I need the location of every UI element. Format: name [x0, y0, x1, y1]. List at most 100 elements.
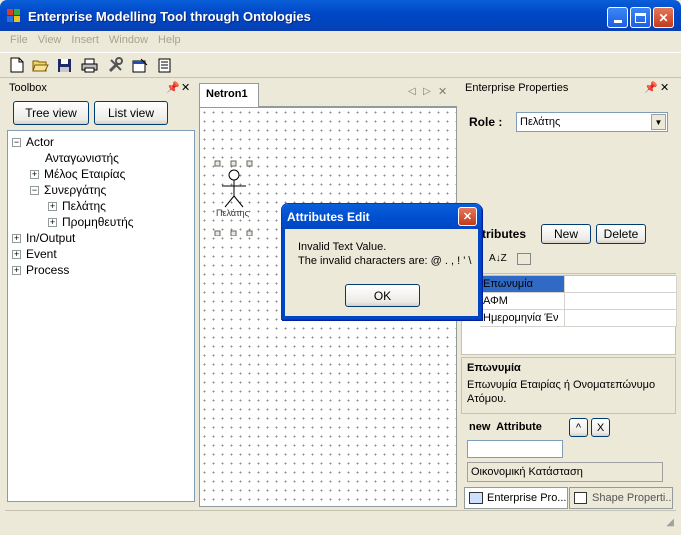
tree-item-label: Process [26, 263, 70, 277]
collapse-icon[interactable]: − [30, 185, 39, 195]
save-icon [57, 58, 71, 72]
new-file-icon [10, 57, 24, 73]
tree-item-label: Μέλος Εταιρίας [44, 167, 126, 181]
pin-icon[interactable]: 📌 [644, 81, 658, 94]
tree-item[interactable]: + Event [12, 246, 57, 262]
tree-item-label: Πελάτης [62, 199, 106, 213]
menu-help[interactable]: Help [153, 31, 186, 46]
role-select[interactable]: Πελάτης ▼ [516, 112, 668, 132]
document-button[interactable] [155, 56, 173, 74]
grid-value[interactable] [565, 310, 677, 327]
tree-item[interactable]: + Πελάτης [48, 198, 106, 214]
property-grid[interactable]: Επωνυμία ΑΦΜ Ημερομηνία Έν [461, 275, 677, 355]
tree-item-label: Ανταγωνιστής [45, 151, 119, 165]
financial-status-field[interactable]: Οικονομική Κατάσταση [467, 462, 663, 482]
tree-item-label: In/Output [26, 231, 76, 245]
tools-icon [108, 57, 123, 73]
actor-label: Πελάτης [216, 208, 249, 218]
toolbox-tree[interactable]: − Actor Ανταγωνιστής + Μέλος Εταιρίας − Συνεργ… [7, 130, 195, 502]
tree-item-label: Actor [26, 135, 55, 149]
tools-button[interactable] [107, 56, 125, 74]
tab-netron1[interactable]: Netron1 [199, 83, 259, 107]
ok-button[interactable]: OK [345, 284, 420, 307]
tree-item-label: Event [26, 247, 57, 261]
description-title: Επωνυμία [467, 362, 521, 374]
minimize-icon [613, 20, 622, 23]
tree-item[interactable]: + In/Output [12, 230, 75, 246]
properties-window-icon [132, 58, 147, 72]
properties-window-icon [469, 492, 483, 504]
toolbar [0, 52, 681, 78]
new-attribute-input[interactable] [467, 440, 563, 458]
tree-item-label: Συνεργάτης [44, 183, 107, 197]
status-bar: ◢ [5, 510, 676, 532]
role-label: Role : [469, 115, 503, 129]
description-text: Επωνυμία Εταιρίας ή Ονοματεπώνυμο Ατόμου… [467, 379, 656, 405]
pin-icon[interactable]: 📌 [166, 81, 180, 94]
actor-figure-icon [214, 160, 253, 237]
attributes-label: ttributes [478, 227, 526, 241]
expand-icon[interactable]: + [12, 265, 21, 275]
expand-icon[interactable]: + [12, 249, 21, 259]
tree-item[interactable]: − Actor [12, 134, 54, 150]
open-folder-icon [31, 60, 49, 72]
dialog-close-button[interactable]: ✕ [458, 207, 477, 226]
tree-item[interactable]: + Process [12, 262, 69, 278]
grid-value[interactable] [565, 276, 677, 293]
dialog-message-line1: Invalid Text Value. [298, 241, 387, 253]
open-button[interactable] [31, 56, 49, 74]
tree-view-button[interactable]: Tree view [13, 101, 89, 125]
close-toolbox-icon[interactable]: ✕ [181, 81, 190, 94]
sort-alphabetical-icon[interactable]: A↓Z [489, 253, 507, 264]
dialog-body: Invalid Text Value. The invalid characte… [282, 229, 481, 319]
tab-scroll-left-icon[interactable]: ◁ [408, 86, 416, 97]
expand-icon[interactable]: + [48, 217, 57, 227]
tree-item[interactable]: + Μέλος Εταιρίας [30, 166, 125, 182]
editor-tab-strip: Netron1 ◁ ▷ ✕ [199, 80, 457, 107]
grid-row-name[interactable]: Ημερομηνία Έν [480, 310, 565, 327]
tree-item[interactable]: − Συνεργάτης [30, 182, 106, 198]
tab-scroll-right-icon[interactable]: ▷ [423, 86, 431, 97]
chevron-down-icon[interactable]: ▼ [651, 114, 666, 130]
expand-icon[interactable]: + [48, 201, 57, 211]
tree-item[interactable]: Ανταγωνιστής [30, 150, 119, 166]
delete-attribute-button[interactable]: Delete [596, 224, 646, 244]
collapse-icon[interactable]: − [12, 137, 21, 147]
tab-shape-properties[interactable]: Shape Properti... [569, 487, 673, 509]
toolbox-panel: Toolbox 📌 ✕ Tree view List view − Actor Αν… [5, 80, 195, 505]
menu-window[interactable]: Window [104, 31, 153, 46]
print-button[interactable] [80, 56, 98, 74]
minimize-button[interactable] [607, 7, 628, 28]
close-properties-icon[interactable]: ✕ [660, 81, 669, 94]
close-tab-icon[interactable]: ✕ [438, 85, 447, 98]
new-attribute-label: new Attribute [469, 421, 542, 433]
list-view-button[interactable]: List view [94, 101, 168, 125]
maximize-icon [635, 12, 646, 23]
property-pages-icon[interactable] [517, 253, 531, 265]
menu-view[interactable]: View [33, 31, 67, 46]
grid-value[interactable] [565, 293, 677, 310]
maximize-button[interactable] [630, 7, 651, 28]
remove-button[interactable]: X [591, 418, 610, 437]
properties-button[interactable] [131, 56, 149, 74]
actor-shape[interactable]: Πελάτης [210, 160, 254, 237]
tree-item[interactable]: + Προμηθευτής [48, 214, 134, 230]
expand-icon[interactable]: + [12, 233, 21, 243]
grid-row-name[interactable]: ΑΦΜ [480, 293, 565, 310]
menu-file[interactable]: File [0, 31, 33, 46]
role-value: Πελάτης [520, 116, 561, 128]
move-up-button[interactable]: ^ [569, 418, 588, 437]
menu-insert[interactable]: Insert [66, 31, 104, 46]
new-attribute-button[interactable]: New [541, 224, 591, 244]
new-file-button[interactable] [8, 56, 26, 74]
properties-header: Enterprise Properties 📌 ✕ [461, 80, 676, 98]
close-icon: ✕ [658, 10, 669, 25]
tab-enterprise-properties[interactable]: Enterprise Pro... [464, 487, 568, 509]
expand-icon[interactable]: + [30, 169, 39, 179]
save-button[interactable] [55, 56, 73, 74]
resize-grip-icon[interactable]: ◢ [666, 517, 674, 528]
properties-title: Enterprise Properties [465, 82, 569, 94]
grid-row-name[interactable]: Επωνυμία [480, 276, 565, 293]
close-button[interactable]: ✕ [653, 7, 674, 28]
print-icon [81, 58, 97, 72]
